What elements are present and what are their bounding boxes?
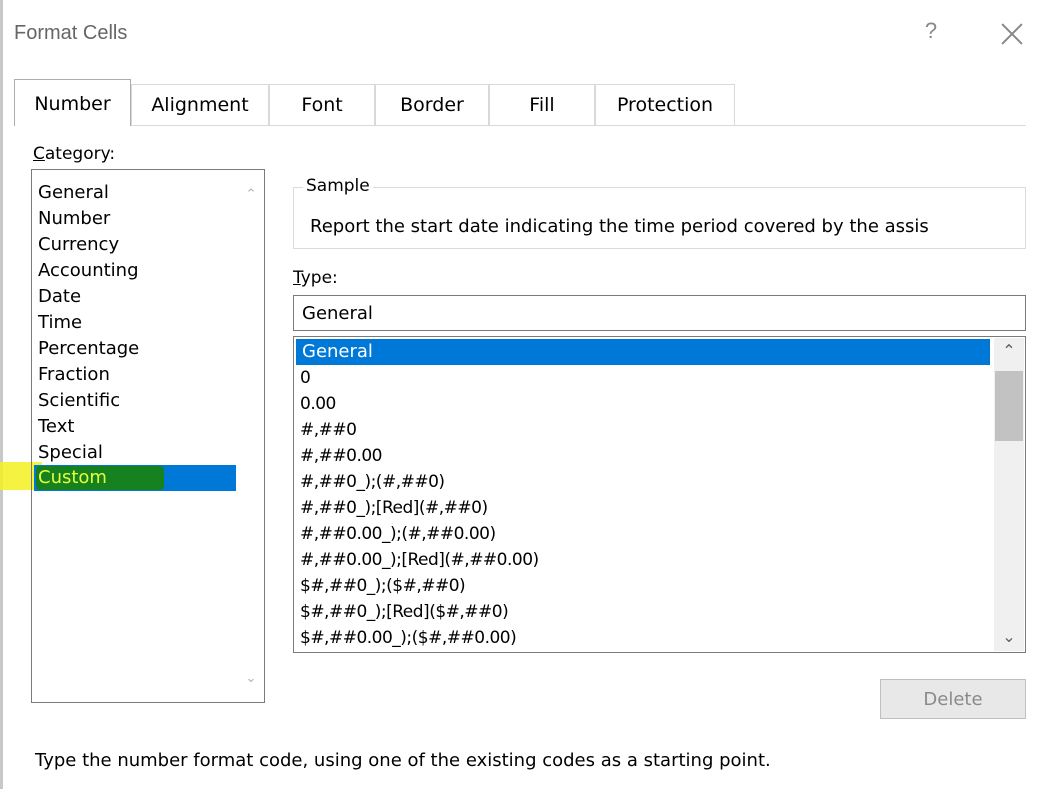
tab-alignment[interactable]: Alignment (131, 84, 269, 125)
category-item-text[interactable]: Text (38, 414, 236, 440)
type-input[interactable] (293, 295, 1026, 331)
tab-border[interactable]: Border (375, 84, 489, 125)
tab-strip-divider (14, 125, 1026, 126)
category-item-custom[interactable]: Custom (34, 465, 236, 491)
hint-text: Type the number format code, using one o… (35, 750, 771, 771)
help-button[interactable]: ? (919, 18, 943, 48)
category-item-custom-label: Custom (38, 467, 107, 488)
type-item[interactable]: #,##0 (300, 417, 990, 443)
window-edge (0, 0, 3, 789)
type-item-general[interactable]: General (296, 339, 990, 365)
type-access-key: T (293, 268, 301, 288)
category-item-percentage[interactable]: Percentage (38, 336, 236, 362)
type-item[interactable]: #,##0_);[Red](#,##0) (300, 495, 990, 521)
category-item-special[interactable]: Special (38, 440, 236, 466)
type-item[interactable]: #,##0.00_);(#,##0.00) (300, 521, 990, 547)
tab-number[interactable]: Number (14, 79, 131, 126)
delete-button[interactable]: Delete (880, 679, 1026, 719)
category-item-accounting[interactable]: Accounting (38, 258, 236, 284)
type-item[interactable]: #,##0.00_);[Red](#,##0.00) (300, 547, 990, 573)
type-item[interactable]: 0.00 (300, 391, 990, 417)
scroll-up-icon[interactable]: ⌃ (994, 338, 1024, 364)
type-item[interactable]: 0 (300, 365, 990, 391)
category-access-key: C (33, 144, 45, 164)
sample-text: Report the start date indicating the tim… (310, 216, 929, 237)
type-item[interactable]: #,##0_);(#,##0) (300, 469, 990, 495)
category-item-general[interactable]: General (38, 180, 236, 206)
type-list[interactable]: General 0 0.00 #,##0 #,##0.00 #,##0_);(#… (293, 336, 1026, 653)
tab-fill[interactable]: Fill (489, 84, 595, 125)
close-icon[interactable] (994, 16, 1030, 52)
category-item-date[interactable]: Date (38, 284, 236, 310)
category-item-currency[interactable]: Currency (38, 232, 236, 258)
type-item[interactable]: #,##0.00 (300, 443, 990, 469)
chevron-up-icon[interactable]: ⌃ (244, 188, 258, 202)
type-label: Type: (293, 268, 338, 288)
chevron-down-icon[interactable]: ⌄ (244, 672, 258, 686)
category-item-time[interactable]: Time (38, 310, 236, 336)
type-item[interactable]: $#,##0.00_);($#,##0.00) (300, 625, 990, 651)
type-item[interactable]: $#,##0_);($#,##0) (300, 573, 990, 599)
dialog-title: Format Cells (14, 22, 128, 44)
category-item-number[interactable]: Number (38, 206, 236, 232)
scroll-down-icon[interactable]: ⌄ (994, 624, 1024, 650)
category-label: Category: (33, 144, 115, 164)
type-item[interactable]: $#,##0_);[Red]($#,##0) (300, 599, 990, 625)
type-label-text: ype: (300, 268, 338, 288)
tab-font[interactable]: Font (269, 84, 375, 125)
sample-label: Sample (303, 176, 373, 196)
tab-protection[interactable]: Protection (595, 84, 735, 125)
category-item-scientific[interactable]: Scientific (38, 388, 236, 414)
category-label-text: ategory: (44, 144, 116, 164)
category-item-fraction[interactable]: Fraction (38, 362, 236, 388)
scrollbar-thumb[interactable] (995, 371, 1023, 441)
category-list[interactable]: General Number Currency Accounting Date … (31, 169, 265, 703)
